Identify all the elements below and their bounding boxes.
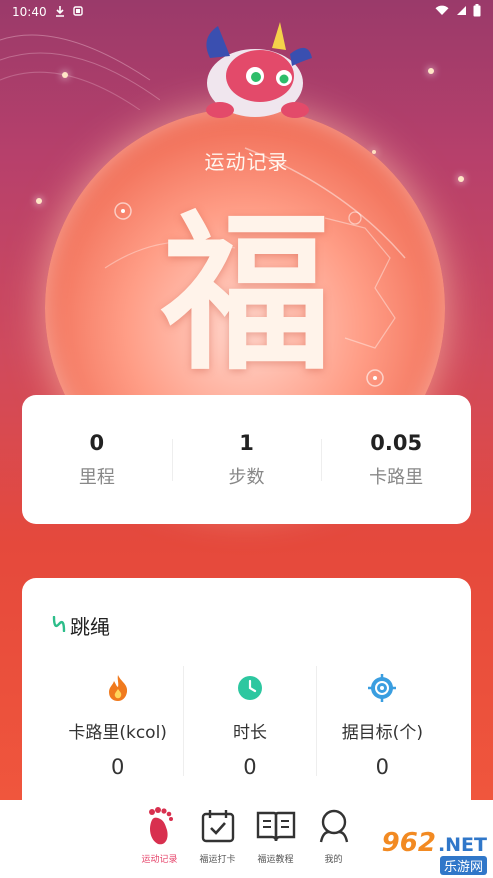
sparkle	[428, 68, 434, 74]
jump-rope-icon	[52, 615, 66, 636]
footprint-icon	[137, 806, 183, 846]
watermark-subtitle: 乐游网	[439, 856, 487, 875]
tab-label: 福运教程	[257, 855, 294, 865]
metric-value: 0	[110, 755, 125, 779]
metric-label: 卡路里(kcol)	[68, 723, 167, 743]
stat-value: 1	[239, 430, 254, 455]
metric-label: 时长	[232, 723, 267, 743]
metric-calories: 卡路里(kcol) 0	[52, 666, 183, 779]
flame-icon	[52, 672, 183, 704]
tab-label: 我的	[324, 855, 343, 865]
activity-card[interactable]: 跳绳 卡路里(kcol) 0 时长 0 据目标(个) 0	[22, 578, 471, 838]
dragon-mascot	[206, 22, 312, 118]
wifi-icon	[435, 5, 449, 19]
tab-label: 福运打卡	[199, 855, 236, 865]
stat-distance: 0 里程	[22, 431, 172, 489]
tab-exercise-record[interactable]: 运动记录	[137, 806, 183, 878]
activity-title: 跳绳	[70, 615, 110, 639]
stat-calories: 0.05 卡路里	[321, 431, 471, 489]
metric-value: 0	[243, 755, 257, 779]
tab-label: 运动记录	[141, 855, 178, 865]
decor-arcs	[0, 34, 160, 110]
page-title: 运动记录	[204, 150, 289, 174]
stat-label: 里程	[78, 466, 115, 488]
metric-value: 0	[375, 755, 389, 779]
tab-checkin[interactable]: 福运打卡	[195, 806, 241, 878]
metric-target: 据目标(个) 0	[315, 666, 448, 779]
target-icon	[317, 672, 448, 704]
clock-icon	[184, 672, 315, 704]
activity-metrics: 卡路里(kcol) 0 时长 0 据目标(个) 0	[52, 666, 448, 779]
metric-label: 据目标(个)	[341, 723, 423, 743]
stat-value: 0	[89, 430, 105, 455]
activity-header: 跳绳	[52, 611, 110, 640]
stat-steps: 1 步数	[171, 430, 322, 489]
stat-label: 步数	[228, 466, 265, 488]
calendar-check-icon	[195, 806, 241, 846]
watermark-suffix: .NET	[437, 834, 487, 856]
book-icon	[253, 806, 299, 846]
watermark-number: 962	[381, 828, 436, 858]
user-icon	[311, 806, 357, 846]
stats-card: 0 里程 1 步数 0.05 卡路里	[22, 395, 471, 524]
sparkle	[62, 72, 68, 78]
tab-tutorial[interactable]: 福运教程	[253, 806, 299, 878]
site-watermark: 962 .NET 乐游网	[355, 828, 487, 875]
sparkle	[458, 176, 464, 182]
metric-duration: 时长 0	[183, 666, 315, 779]
stat-value: 0.05	[370, 430, 423, 455]
battery-icon	[473, 4, 481, 20]
fu-character: 福	[161, 194, 332, 394]
stat-label: 卡路里	[369, 466, 424, 488]
tab-profile[interactable]: 我的	[311, 806, 357, 878]
signal-icon	[455, 5, 467, 19]
